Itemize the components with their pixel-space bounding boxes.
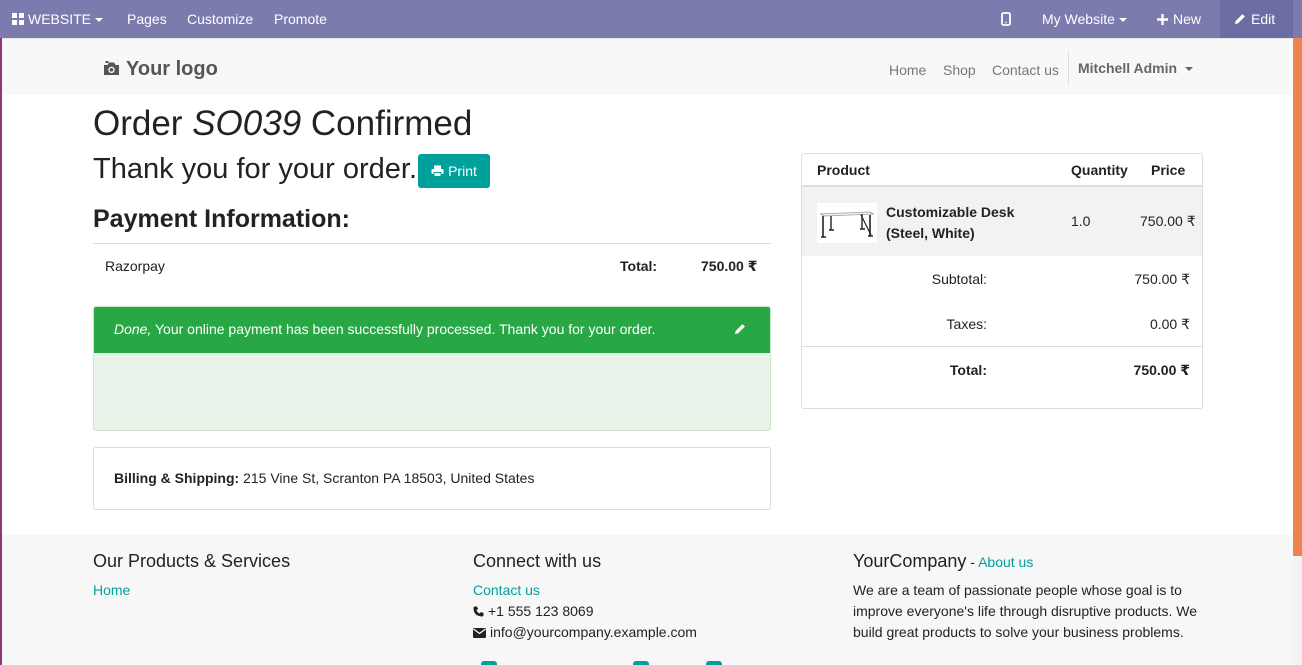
admin-navbar: WEBSITE Pages Customize Promote My Websi… (0, 0, 1302, 38)
product-image[interactable] (817, 203, 877, 243)
website-apps-menu[interactable]: WEBSITE (12, 0, 104, 38)
footer-about-link[interactable]: About us (978, 554, 1033, 570)
pages-menu[interactable]: Pages (127, 0, 167, 38)
footer-company-heading: YourCompany - About us (853, 551, 1034, 571)
social-instagram-icon[interactable] (706, 661, 722, 665)
product-quantity: 1.0 (1071, 213, 1091, 229)
scrollbar-thumb[interactable] (1293, 38, 1302, 556)
product-price: 750.00 ₹ (1140, 213, 1196, 229)
product-name[interactable]: Customizable Desk (Steel, White) (886, 202, 1014, 244)
chevron-down-icon (1118, 18, 1127, 23)
social-facebook-icon[interactable] (481, 661, 497, 665)
billing-shipping-box: Billing & Shipping: 215 Vine St, Scranto… (93, 447, 771, 510)
nav-home-link[interactable]: Home (889, 62, 926, 78)
order-number: SO039 (192, 104, 302, 143)
social-linkedin-icon[interactable] (633, 661, 649, 665)
new-button[interactable]: New (1157, 0, 1201, 38)
pencil-icon[interactable] (734, 323, 746, 335)
col-header-product: Product (817, 162, 870, 178)
footer-email[interactable]: info@yourcompany.example.com (473, 624, 697, 640)
taxes-value: 0.00 ₹ (1149, 316, 1190, 332)
pencil-icon (1235, 14, 1245, 24)
taxes-label: Taxes: (946, 316, 987, 332)
chevron-down-icon (95, 18, 104, 23)
subtotal-label: Subtotal: (931, 271, 987, 287)
camera-icon (104, 61, 119, 75)
col-header-price: Price (1151, 162, 1186, 178)
footer-home-link[interactable]: Home (93, 582, 130, 598)
payment-total-label: Total: (620, 258, 658, 274)
customize-menu[interactable]: Customize (187, 0, 253, 38)
phone-icon (473, 606, 484, 617)
promote-menu[interactable]: Promote (274, 0, 327, 38)
payment-method: Razorpay (105, 258, 165, 274)
print-icon (431, 165, 444, 177)
billing-address: 215 Vine St, Scranton PA 18503, United S… (239, 470, 535, 486)
plus-icon (1157, 14, 1168, 25)
footer-products-heading: Our Products & Services (93, 551, 291, 571)
print-button[interactable]: Print (418, 154, 490, 188)
footer-company-text: We are a team of passionate people whose… (853, 582, 1198, 640)
edit-button[interactable]: Edit (1220, 0, 1293, 38)
mobile-icon (1001, 12, 1011, 26)
page-title: Order SO039 Confirmed (93, 104, 473, 143)
billing-label: Billing & Shipping: (114, 470, 240, 486)
payment-status-alert: Done, Your online payment has been succe… (93, 306, 771, 431)
footer-phone: +1 555 123 8069 (473, 603, 594, 619)
order-summary-card: Product Quantity Price Customizable Desk… (801, 153, 1203, 409)
subtotal-value: 750.00 ₹ (1134, 271, 1190, 287)
payment-status-message: Done, Your online payment has been succe… (94, 307, 770, 353)
payment-total-value: 750.00 ₹ (701, 258, 758, 274)
divider (93, 243, 771, 244)
divider (802, 346, 1202, 347)
nav-contact-link[interactable]: Contact us (992, 62, 1059, 78)
mobile-preview-button[interactable] (1001, 0, 1011, 38)
nav-shop-link[interactable]: Shop (943, 62, 976, 78)
my-website-dropdown[interactable]: My Website (1042, 0, 1127, 38)
footer-connect-heading: Connect with us (473, 551, 602, 571)
user-menu[interactable]: Mitchell Admin (1068, 51, 1194, 85)
desk-icon (819, 211, 875, 238)
chevron-down-icon (1185, 67, 1194, 72)
col-header-quantity: Quantity (1071, 162, 1128, 178)
envelope-icon (473, 628, 486, 638)
payment-info-heading: Payment Information: (93, 205, 350, 233)
site-header: Your logo Home Shop Contact us Mitchell … (2, 38, 1293, 95)
total-label: Total: (949, 362, 987, 378)
apps-grid-icon (12, 13, 24, 25)
footer-contact-link[interactable]: Contact us (473, 582, 540, 598)
total-value: 750.00 ₹ (1133, 362, 1190, 378)
site-logo[interactable]: Your logo (103, 58, 218, 81)
table-row: Customizable Desk (Steel, White) 1.0 750… (802, 187, 1202, 256)
thank-you-heading: Thank you for your order. (93, 153, 417, 185)
